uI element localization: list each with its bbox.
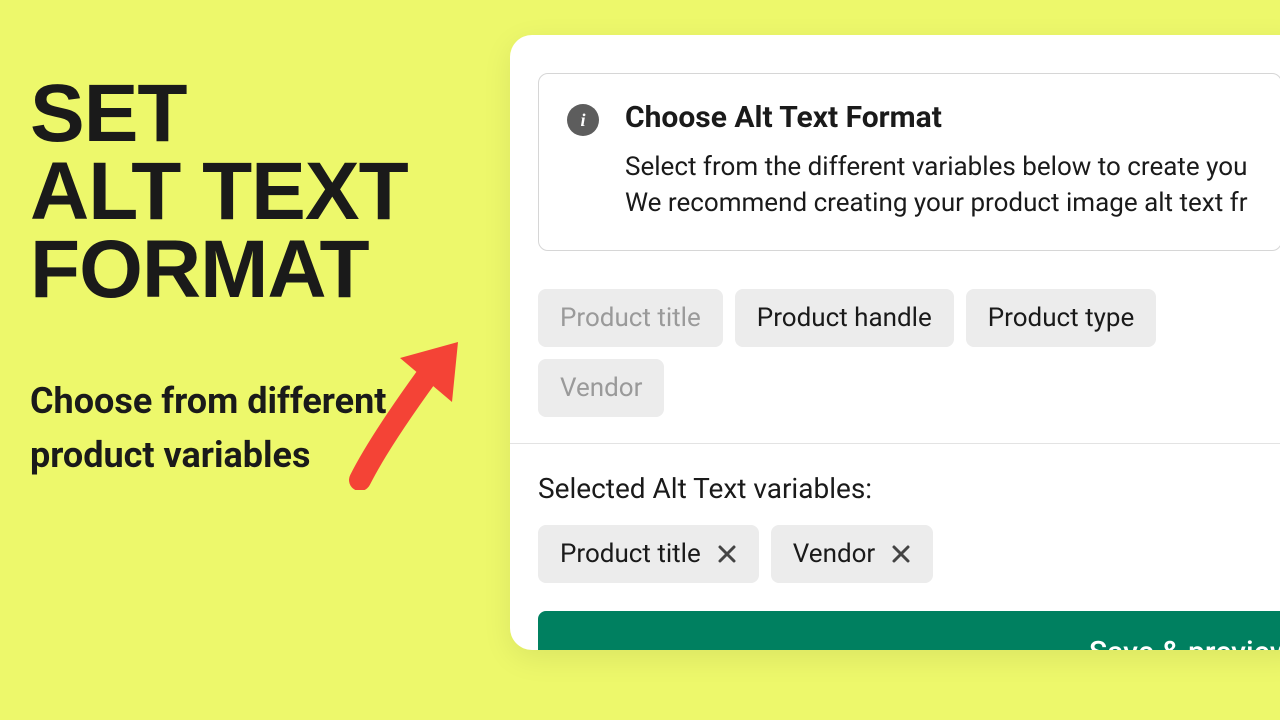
info-box: i Choose Alt Text Format Select from the… xyxy=(538,73,1280,251)
settings-card: i Choose Alt Text Format Select from the… xyxy=(510,35,1280,650)
selected-variables-row: Product title Vendor xyxy=(510,525,1280,611)
selected-vendor: Vendor xyxy=(771,525,933,583)
close-icon[interactable] xyxy=(891,544,911,564)
selected-product-title: Product title xyxy=(538,525,759,583)
save-preview-button[interactable]: Save & preview xyxy=(538,611,1280,650)
info-content: Choose Alt Text Format Select from the d… xyxy=(625,100,1248,222)
option-product-type[interactable]: Product type xyxy=(966,289,1157,347)
promo-subhead: Choose from different product variables xyxy=(30,374,430,482)
selected-chip-label: Vendor xyxy=(793,539,875,569)
info-title: Choose Alt Text Format xyxy=(625,100,1248,135)
promo-left-panel: SETALT TEXTFORMAT Choose from different … xyxy=(30,75,490,482)
selected-label: Selected Alt Text variables: xyxy=(510,444,1280,525)
close-icon[interactable] xyxy=(717,544,737,564)
option-product-handle[interactable]: Product handle xyxy=(735,289,954,347)
info-desc: Select from the different variables belo… xyxy=(625,149,1248,222)
option-vendor[interactable]: Vendor xyxy=(538,359,664,417)
info-icon: i xyxy=(567,104,599,136)
variable-options-row: Product title Product handle Product typ… xyxy=(510,251,1280,443)
promo-headline: SETALT TEXTFORMAT xyxy=(30,75,490,309)
option-product-title[interactable]: Product title xyxy=(538,289,723,347)
selected-chip-label: Product title xyxy=(560,539,701,569)
